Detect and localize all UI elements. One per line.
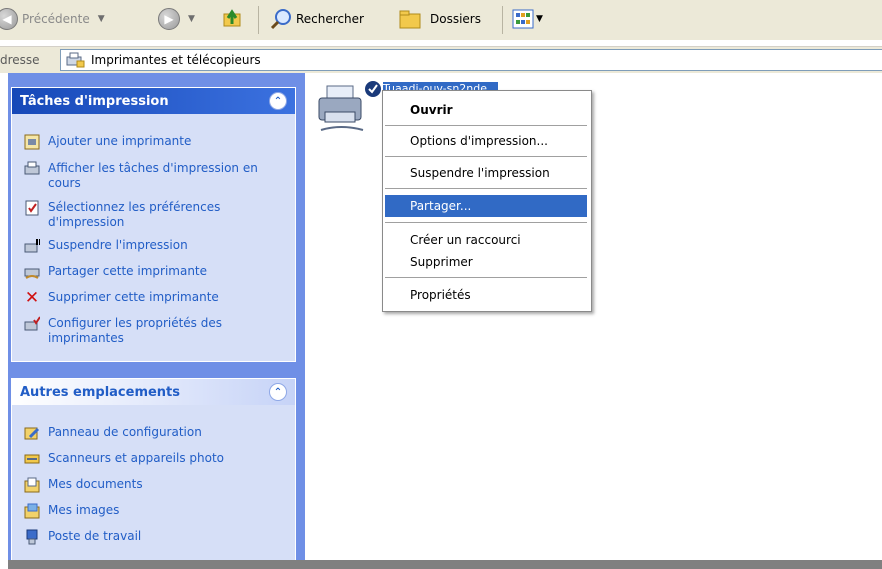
up-folder-button[interactable] — [222, 8, 244, 30]
search-label: Rechercher — [296, 12, 364, 26]
place-scanners-cameras[interactable]: Scanneurs et appareils photo — [24, 451, 224, 467]
place-label: Scanneurs et appareils photo — [48, 451, 225, 465]
menu-separator — [385, 277, 587, 278]
back-button[interactable]: ◀ Précédente ▼ — [0, 8, 105, 30]
my-computer-icon — [24, 529, 40, 545]
place-my-documents[interactable]: Mes documents — [24, 477, 143, 493]
collapse-chevron-icon[interactable]: ⌃ — [269, 92, 287, 110]
place-label: Panneau de configuration — [48, 425, 202, 439]
collapse-chevron-icon[interactable]: ⌃ — [269, 383, 287, 401]
other-places-header[interactable]: Autres emplacements ⌃ — [12, 379, 295, 405]
print-queue-icon — [24, 161, 40, 177]
menu-item-open[interactable]: Ouvrir — [385, 99, 587, 121]
place-label: Mes images — [48, 503, 120, 517]
address-label: dresse — [0, 53, 40, 67]
other-places-panel: Autres emplacements ⌃ Panneau de configu… — [11, 378, 296, 562]
my-documents-icon — [24, 477, 40, 493]
task-printer-properties[interactable]: Configurer les propriétés des imprimante… — [24, 316, 284, 346]
other-places-title: Autres emplacements — [20, 384, 181, 400]
menu-separator — [385, 156, 587, 157]
place-control-panel[interactable]: Panneau de configuration — [24, 425, 202, 441]
views-dropdown-icon[interactable]: ▼ — [536, 14, 543, 24]
context-menu: Ouvrir Options d'impression... Suspendre… — [382, 90, 592, 312]
bottom-scroll-strip — [8, 560, 882, 569]
task-pane: Tâches d'impression ⌃ Ajouter une imprim… — [8, 73, 305, 562]
toolbar-separator — [258, 6, 259, 34]
forward-button[interactable]: ▶ ▼ — [158, 8, 195, 30]
up-folder-icon — [223, 9, 241, 27]
task-label: Afficher les tâches d'impression en cour… — [48, 161, 258, 190]
place-my-pictures[interactable]: Mes images — [24, 503, 119, 519]
menu-item-delete[interactable]: Supprimer — [385, 251, 587, 273]
print-tasks-title: Tâches d'impression — [20, 93, 169, 109]
back-label: Précédente — [22, 12, 90, 26]
task-delete-printer[interactable]: ✕ Supprimer cette imprimante — [24, 288, 219, 308]
printer-item[interactable] — [315, 78, 385, 148]
printers-folder-icon — [66, 52, 85, 68]
address-field[interactable]: Imprimantes et télécopieurs — [60, 49, 882, 71]
task-label: Ajouter une imprimante — [48, 134, 192, 148]
back-dropdown-icon[interactable]: ▼ — [98, 14, 105, 24]
forward-dropdown-icon[interactable]: ▼ — [188, 14, 195, 24]
task-label: Partager cette imprimante — [48, 264, 208, 278]
print-tasks-header[interactable]: Tâches d'impression ⌃ — [12, 88, 295, 114]
my-pictures-icon — [24, 503, 40, 519]
address-bar: dresse Imprimantes et télécopieurs — [0, 46, 882, 74]
menu-item-pause-printing[interactable]: Suspendre l'impression — [385, 162, 587, 184]
toolbar: ◀ Précédente ▼ ▶ ▼ Rechercher Dossiers ▼ — [0, 0, 882, 40]
back-arrow-icon: ◀ — [0, 8, 18, 30]
menu-separator — [385, 222, 587, 223]
forward-arrow-icon: ▶ — [158, 8, 180, 30]
pause-printer-icon — [24, 238, 40, 254]
control-panel-icon — [24, 425, 40, 441]
menu-item-share[interactable]: Partager... — [385, 195, 587, 217]
menu-separator — [385, 125, 587, 126]
task-add-printer[interactable]: Ajouter une imprimante — [24, 134, 191, 150]
views-button[interactable]: ▼ — [512, 8, 543, 30]
menu-item-properties[interactable]: Propriétés — [385, 284, 587, 306]
task-label: Suspendre l'impression — [48, 238, 188, 252]
menu-item-print-options[interactable]: Options d'impression... — [385, 130, 587, 152]
task-label: Sélectionnez les préférences d'impressio… — [48, 200, 221, 229]
share-printer-icon — [24, 264, 40, 280]
task-label: Configurer les propriétés des imprimante… — [48, 316, 222, 345]
preferences-icon — [24, 200, 40, 216]
printer-properties-icon — [24, 316, 40, 332]
folders-icon — [399, 10, 421, 29]
scanner-icon — [24, 451, 40, 467]
menu-separator — [385, 188, 587, 189]
views-icon — [512, 9, 534, 29]
task-share-printer[interactable]: Partager cette imprimante — [24, 264, 207, 280]
printer-icon — [318, 81, 381, 131]
folders-button[interactable]: Dossiers — [398, 8, 481, 30]
search-icon — [270, 9, 291, 30]
folders-label: Dossiers — [430, 12, 481, 26]
menu-item-create-shortcut[interactable]: Créer un raccourci — [385, 229, 587, 251]
search-button[interactable]: Rechercher — [270, 8, 364, 30]
add-printer-icon — [24, 134, 40, 150]
toolbar-separator — [502, 6, 503, 34]
task-print-preferences[interactable]: Sélectionnez les préférences d'impressio… — [24, 200, 284, 230]
print-tasks-panel: Tâches d'impression ⌃ Ajouter une imprim… — [11, 87, 296, 362]
place-my-computer[interactable]: Poste de travail — [24, 529, 141, 545]
place-label: Poste de travail — [48, 529, 142, 543]
delete-icon: ✕ — [24, 288, 40, 308]
task-view-print-queue[interactable]: Afficher les tâches d'impression en cour… — [24, 161, 284, 191]
address-value: Imprimantes et télécopieurs — [91, 53, 261, 67]
task-pause-printing[interactable]: Suspendre l'impression — [24, 238, 188, 254]
task-label: Supprimer cette imprimante — [48, 290, 219, 304]
place-label: Mes documents — [48, 477, 143, 491]
